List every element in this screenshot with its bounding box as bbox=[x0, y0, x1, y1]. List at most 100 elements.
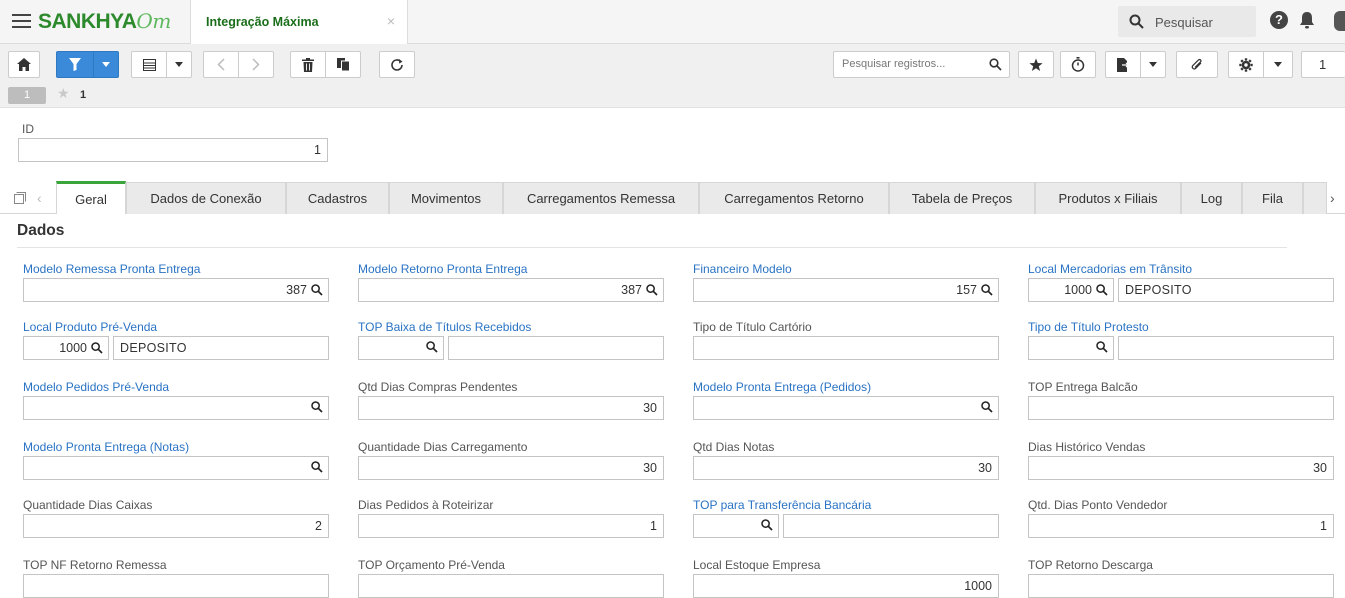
refresh-button[interactable] bbox=[379, 51, 415, 78]
favorite-button[interactable] bbox=[1018, 51, 1054, 78]
global-search-label: Pesquisar bbox=[1155, 15, 1213, 30]
top-para-transferencia-bancaria-description-field[interactable] bbox=[783, 514, 999, 538]
top-baixa-de-titulos-recebidos-description-field[interactable] bbox=[448, 336, 664, 360]
settings-dropdown[interactable] bbox=[1263, 51, 1293, 78]
home-icon bbox=[17, 58, 31, 71]
tab-movimentos[interactable]: Movimentos bbox=[389, 182, 503, 214]
app-tab[interactable]: Integração Máxima × bbox=[190, 0, 408, 44]
export-button[interactable] bbox=[1105, 51, 1141, 78]
id-field[interactable]: 1 bbox=[18, 138, 328, 162]
chevron-right-icon bbox=[252, 58, 260, 71]
modelo-pedidos-pre-venda-field[interactable] bbox=[23, 396, 329, 420]
modelo-remessa-pronta-entrega-value: 387 bbox=[286, 283, 307, 297]
local-mercadorias-em-transito-description-field[interactable]: DEPOSITO bbox=[1118, 278, 1334, 302]
quantidade-dias-carregamento-field[interactable]: 30 bbox=[358, 456, 664, 480]
tab-tabela-de-precos[interactable]: Tabela de Preços bbox=[889, 182, 1035, 214]
modelo-remessa-pronta-entrega-field[interactable]: 387 bbox=[23, 278, 329, 302]
attachment-button[interactable] bbox=[1176, 51, 1218, 78]
bell-icon[interactable] bbox=[1299, 11, 1315, 29]
tab-log[interactable]: Log bbox=[1181, 182, 1242, 214]
top-orcamento-pre-venda-label: TOP Orçamento Pré-Venda bbox=[358, 558, 505, 572]
menu-icon[interactable] bbox=[12, 14, 31, 29]
chevron-left-icon[interactable]: ‹ bbox=[37, 190, 42, 206]
filter-button[interactable] bbox=[56, 51, 94, 78]
chevron-right-icon[interactable]: › bbox=[1330, 190, 1335, 206]
tipo-de-titulo-protesto-description-field[interactable] bbox=[1118, 336, 1334, 360]
modelo-pronta-entrega-notas-label[interactable]: Modelo Pronta Entrega (Notas) bbox=[23, 440, 189, 454]
filter-dropdown[interactable] bbox=[93, 51, 119, 78]
qtd-dias-notas-value: 30 bbox=[978, 461, 992, 475]
tipo-de-titulo-cartorio-label: Tipo de Título Cartório bbox=[693, 320, 812, 334]
page-selector[interactable]: 1 bbox=[1301, 51, 1345, 78]
duplicate-button[interactable] bbox=[325, 51, 361, 78]
modelo-remessa-pronta-entrega-label[interactable]: Modelo Remessa Pronta Entrega bbox=[23, 262, 200, 276]
refresh-icon bbox=[391, 58, 403, 71]
tabs-menu-icon[interactable] bbox=[14, 192, 26, 207]
user-icon[interactable] bbox=[1334, 11, 1345, 31]
modelo-pronta-entrega-pedidos-field[interactable] bbox=[693, 396, 999, 420]
top-orcamento-pre-venda-field[interactable] bbox=[358, 574, 664, 598]
tab-carregamentos-retorno[interactable]: Carregamentos Retorno bbox=[699, 182, 889, 214]
tab-geral[interactable]: Geral bbox=[56, 181, 126, 214]
record-search[interactable] bbox=[833, 51, 1010, 78]
grid-view-button[interactable] bbox=[131, 51, 167, 78]
financeiro-modelo-field[interactable]: 157 bbox=[693, 278, 999, 302]
settings-button[interactable] bbox=[1228, 51, 1264, 78]
local-mercadorias-em-transito-label[interactable]: Local Mercadorias em Trânsito bbox=[1028, 262, 1192, 276]
tipo-de-titulo-cartorio-field[interactable] bbox=[693, 336, 999, 360]
quantidade-dias-caixas-field[interactable]: 2 bbox=[23, 514, 329, 538]
next-button[interactable] bbox=[238, 51, 274, 78]
local-estoque-empresa-field[interactable]: 1000 bbox=[693, 574, 999, 598]
home-button[interactable] bbox=[8, 51, 40, 78]
top-retorno-descarga-field[interactable] bbox=[1028, 574, 1334, 598]
top-para-transferencia-bancaria-code-field[interactable] bbox=[693, 514, 779, 538]
previous-button[interactable] bbox=[203, 51, 239, 78]
qtd-dias-ponto-vendedor-label: Qtd. Dias Ponto Vendedor bbox=[1028, 498, 1168, 512]
local-produto-pre-venda-code-field[interactable]: 1000 bbox=[23, 336, 109, 360]
tab-dados-de-conexao[interactable]: Dados de Conexão bbox=[126, 182, 286, 214]
top-para-transferencia-bancaria-label[interactable]: TOP para Transferência Bancária bbox=[693, 498, 871, 512]
top-entrega-balcao-field[interactable] bbox=[1028, 396, 1334, 420]
modelo-retorno-pronta-entrega-field[interactable]: 387 bbox=[358, 278, 664, 302]
tab-carregamentos-remessa[interactable]: Carregamentos Remessa bbox=[503, 182, 699, 214]
local-mercadorias-em-transito-code-field[interactable]: 1000 bbox=[1028, 278, 1114, 302]
record-search-input[interactable] bbox=[842, 58, 982, 70]
star-icon[interactable]: ★ bbox=[57, 85, 70, 102]
tab-fila[interactable]: Fila bbox=[1242, 182, 1303, 214]
local-produto-pre-venda-label[interactable]: Local Produto Pré-Venda bbox=[23, 320, 157, 334]
delete-button[interactable] bbox=[290, 51, 326, 78]
modelo-pronta-entrega-notas-field[interactable] bbox=[23, 456, 329, 480]
tab-overflow[interactable] bbox=[1303, 182, 1327, 214]
local-mercadorias-em-transito-description: DEPOSITO bbox=[1125, 283, 1192, 297]
close-icon[interactable]: × bbox=[387, 13, 395, 29]
star-icon bbox=[1029, 58, 1043, 71]
top-baixa-de-titulos-recebidos-code-field[interactable] bbox=[358, 336, 444, 360]
dias-pedidos-a-roteirizar-field[interactable]: 1 bbox=[358, 514, 664, 538]
tab-cadastros[interactable]: Cadastros bbox=[286, 182, 389, 214]
modelo-retorno-pronta-entrega-label[interactable]: Modelo Retorno Pronta Entrega bbox=[358, 262, 527, 276]
id-label: ID bbox=[22, 122, 34, 136]
qtd-dias-ponto-vendedor-field[interactable]: 1 bbox=[1028, 514, 1334, 538]
tipo-de-titulo-protesto-label[interactable]: Tipo de Título Protesto bbox=[1028, 320, 1149, 334]
top-baixa-de-titulos-recebidos-label[interactable]: TOP Baixa de Títulos Recebidos bbox=[358, 320, 531, 334]
help-icon[interactable]: ? bbox=[1270, 11, 1288, 29]
dias-historico-vendas-field[interactable]: 30 bbox=[1028, 456, 1334, 480]
modelo-retorno-pronta-entrega-value: 387 bbox=[621, 283, 642, 297]
tipo-de-titulo-protesto-code-field[interactable] bbox=[1028, 336, 1114, 360]
top-nf-retorno-remessa-field[interactable] bbox=[23, 574, 329, 598]
timer-button[interactable] bbox=[1060, 51, 1096, 78]
record-badge[interactable]: 1 bbox=[8, 87, 46, 104]
qtd-dias-ponto-vendedor-value: 1 bbox=[1320, 519, 1327, 533]
tab-produtos-x-filiais[interactable]: Produtos x Filiais bbox=[1035, 182, 1181, 214]
financeiro-modelo-label[interactable]: Financeiro Modelo bbox=[693, 262, 792, 276]
page-number: 1 bbox=[1319, 57, 1327, 72]
modelo-pronta-entrega-pedidos-label[interactable]: Modelo Pronta Entrega (Pedidos) bbox=[693, 380, 871, 394]
export-dropdown[interactable] bbox=[1140, 51, 1166, 78]
chevron-left-icon bbox=[217, 58, 225, 71]
grid-view-dropdown[interactable] bbox=[166, 51, 192, 78]
qtd-dias-notas-field[interactable]: 30 bbox=[693, 456, 999, 480]
modelo-pedidos-pre-venda-label[interactable]: Modelo Pedidos Pré-Venda bbox=[23, 380, 169, 394]
local-produto-pre-venda-description-field[interactable]: DEPOSITO bbox=[113, 336, 329, 360]
qtd-dias-compras-pendentes-field[interactable]: 30 bbox=[358, 396, 664, 420]
global-search[interactable]: Pesquisar bbox=[1118, 6, 1256, 37]
